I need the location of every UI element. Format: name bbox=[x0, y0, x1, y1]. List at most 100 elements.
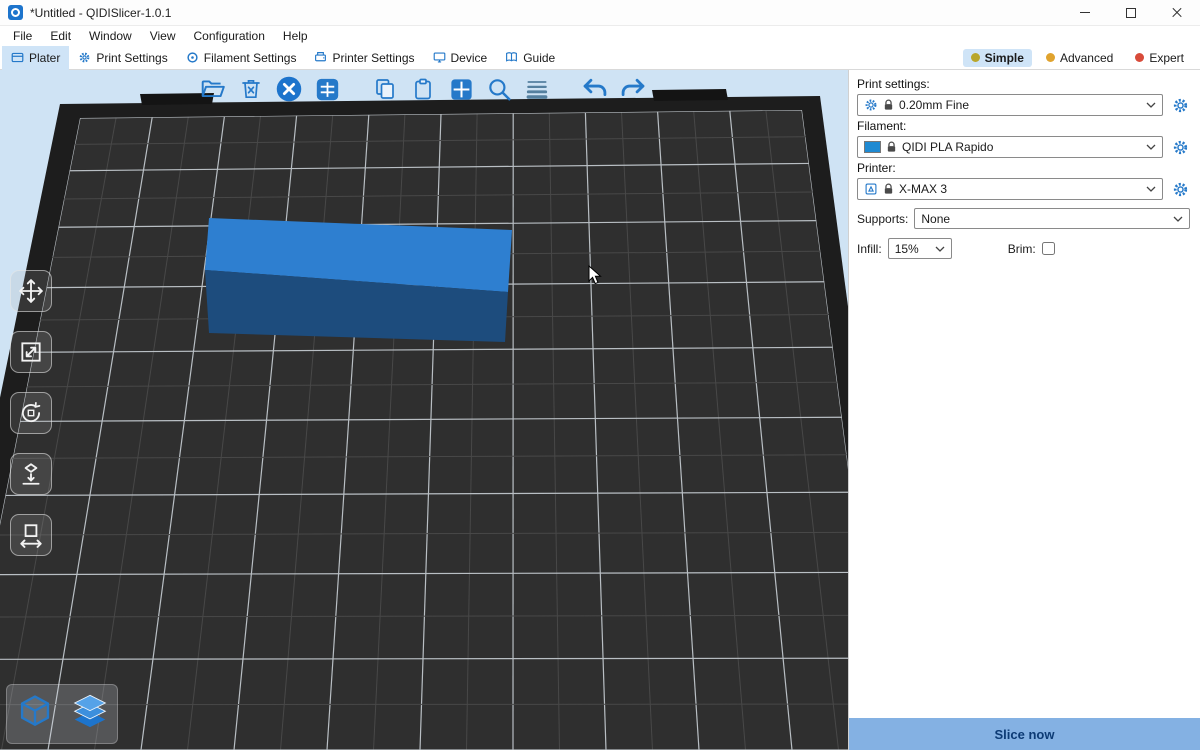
variable-layer-height-button[interactable] bbox=[522, 74, 552, 104]
chevron-down-icon bbox=[1173, 216, 1183, 222]
tab-print-settings[interactable]: Print Settings bbox=[69, 46, 176, 70]
mode-switcher: Simple Advanced Expert bbox=[963, 49, 1200, 67]
undo-button[interactable] bbox=[580, 74, 610, 104]
mode-label: Advanced bbox=[1060, 51, 1113, 65]
print-settings-combo[interactable]: 0.20mm Fine bbox=[857, 94, 1163, 116]
book-icon bbox=[505, 51, 518, 64]
menu-configuration[interactable]: Configuration bbox=[185, 27, 274, 45]
menu-window[interactable]: Window bbox=[80, 27, 141, 45]
mode-advanced[interactable]: Advanced bbox=[1038, 49, 1121, 67]
infill-combo[interactable]: 15% bbox=[888, 238, 952, 259]
redo-button[interactable] bbox=[618, 74, 648, 104]
delete-all-button[interactable] bbox=[274, 74, 304, 104]
tab-plater[interactable]: Plater bbox=[2, 46, 69, 70]
lock-icon bbox=[883, 183, 894, 195]
filament-combo[interactable]: QIDI PLA Rapido bbox=[857, 136, 1163, 158]
tab-label: Device bbox=[451, 51, 488, 65]
rotate-icon bbox=[18, 400, 44, 426]
supports-combo[interactable]: None bbox=[914, 208, 1190, 229]
printer-value: X-MAX 3 bbox=[899, 182, 947, 196]
tab-filament-settings[interactable]: Filament Settings bbox=[177, 46, 306, 70]
chevron-down-icon bbox=[1146, 144, 1156, 150]
tab-label: Plater bbox=[29, 51, 60, 65]
gear-icon bbox=[864, 98, 878, 112]
delete-button[interactable] bbox=[236, 74, 266, 104]
main-area: Print settings: 0.20mm Fine Filament: QI… bbox=[0, 70, 1200, 750]
filament-color-swatch bbox=[864, 141, 881, 153]
rotate-gizmo-button[interactable] bbox=[10, 392, 52, 434]
print-bed[interactable] bbox=[0, 110, 848, 750]
gear-icon bbox=[1172, 97, 1189, 114]
open-button[interactable] bbox=[198, 74, 228, 104]
mode-expert[interactable]: Expert bbox=[1127, 49, 1192, 67]
3d-viewport[interactable] bbox=[0, 70, 848, 750]
arrange-button[interactable] bbox=[312, 74, 342, 104]
tab-label: Printer Settings bbox=[332, 51, 414, 65]
close-button[interactable] bbox=[1154, 0, 1200, 25]
mode-label: Expert bbox=[1149, 51, 1184, 65]
close-icon bbox=[1171, 7, 1183, 19]
gizmo-toolbar bbox=[10, 270, 52, 556]
print-settings-gear-button[interactable] bbox=[1170, 95, 1190, 115]
move-gizmo-button[interactable] bbox=[10, 270, 52, 312]
expert-mode-dot-icon bbox=[1135, 53, 1144, 62]
mode-label: Simple bbox=[985, 51, 1024, 65]
3d-view-button[interactable] bbox=[15, 693, 55, 736]
split-button[interactable] bbox=[446, 74, 476, 104]
copy-button[interactable] bbox=[370, 74, 400, 104]
measure-gizmo-button[interactable] bbox=[10, 514, 52, 556]
search-button[interactable] bbox=[484, 74, 514, 104]
chevron-down-icon bbox=[1146, 186, 1156, 192]
chevron-down-icon bbox=[935, 246, 945, 252]
scale-gizmo-button[interactable] bbox=[10, 331, 52, 373]
brim-checkbox[interactable] bbox=[1042, 242, 1055, 255]
maximize-button[interactable] bbox=[1108, 0, 1154, 25]
maximize-icon bbox=[1126, 8, 1136, 18]
bed-clip-tab bbox=[652, 89, 728, 101]
view-toggle-panel bbox=[6, 684, 118, 744]
window-controls bbox=[1062, 0, 1200, 25]
slice-now-button[interactable]: Slice now bbox=[849, 718, 1200, 750]
delete-all-icon bbox=[275, 75, 303, 103]
menubar: File Edit Window View Configuration Help bbox=[0, 26, 1200, 46]
supports-value: None bbox=[921, 212, 950, 226]
plater-icon bbox=[11, 51, 24, 64]
layers-stack-icon bbox=[70, 693, 110, 733]
titlebar: *Untitled - QIDISlicer-1.0.1 bbox=[0, 0, 1200, 26]
filament-spool-icon bbox=[186, 51, 199, 64]
paste-button[interactable] bbox=[408, 74, 438, 104]
menu-help[interactable]: Help bbox=[274, 27, 317, 45]
printer-combo[interactable]: X-MAX 3 bbox=[857, 178, 1163, 200]
tab-printer-settings[interactable]: Printer Settings bbox=[305, 46, 423, 70]
menu-file[interactable]: File bbox=[4, 27, 41, 45]
gear-icon bbox=[78, 51, 91, 64]
layers-view-button[interactable] bbox=[70, 693, 110, 736]
print-settings-label: Print settings: bbox=[857, 77, 1190, 91]
gear-icon bbox=[1172, 139, 1189, 156]
model-object[interactable] bbox=[205, 218, 512, 342]
sidebar: Print settings: 0.20mm Fine Filament: QI… bbox=[848, 70, 1200, 750]
printer-icon bbox=[864, 182, 878, 196]
scale-icon bbox=[18, 339, 44, 365]
tab-label: Guide bbox=[523, 51, 555, 65]
place-on-face-icon bbox=[18, 461, 44, 487]
filament-value: QIDI PLA Rapido bbox=[902, 140, 993, 154]
minimize-button[interactable] bbox=[1062, 0, 1108, 25]
chevron-down-icon bbox=[1146, 102, 1156, 108]
tab-guide[interactable]: Guide bbox=[496, 46, 564, 70]
tab-device[interactable]: Device bbox=[424, 46, 497, 70]
trash-icon bbox=[239, 77, 263, 101]
tabbar: Plater Print Settings Filament Settings … bbox=[0, 46, 1200, 70]
search-icon bbox=[486, 76, 512, 102]
menu-edit[interactable]: Edit bbox=[41, 27, 80, 45]
scene-canvas[interactable] bbox=[0, 70, 848, 750]
printer-gear-button[interactable] bbox=[1170, 179, 1190, 199]
mode-simple[interactable]: Simple bbox=[963, 49, 1032, 67]
menu-view[interactable]: View bbox=[141, 27, 185, 45]
place-on-face-gizmo-button[interactable] bbox=[10, 453, 52, 495]
infill-value: 15% bbox=[895, 242, 919, 256]
arrange-icon bbox=[314, 76, 341, 103]
open-folder-icon bbox=[200, 76, 226, 102]
minimize-icon bbox=[1080, 12, 1090, 13]
filament-gear-button[interactable] bbox=[1170, 137, 1190, 157]
